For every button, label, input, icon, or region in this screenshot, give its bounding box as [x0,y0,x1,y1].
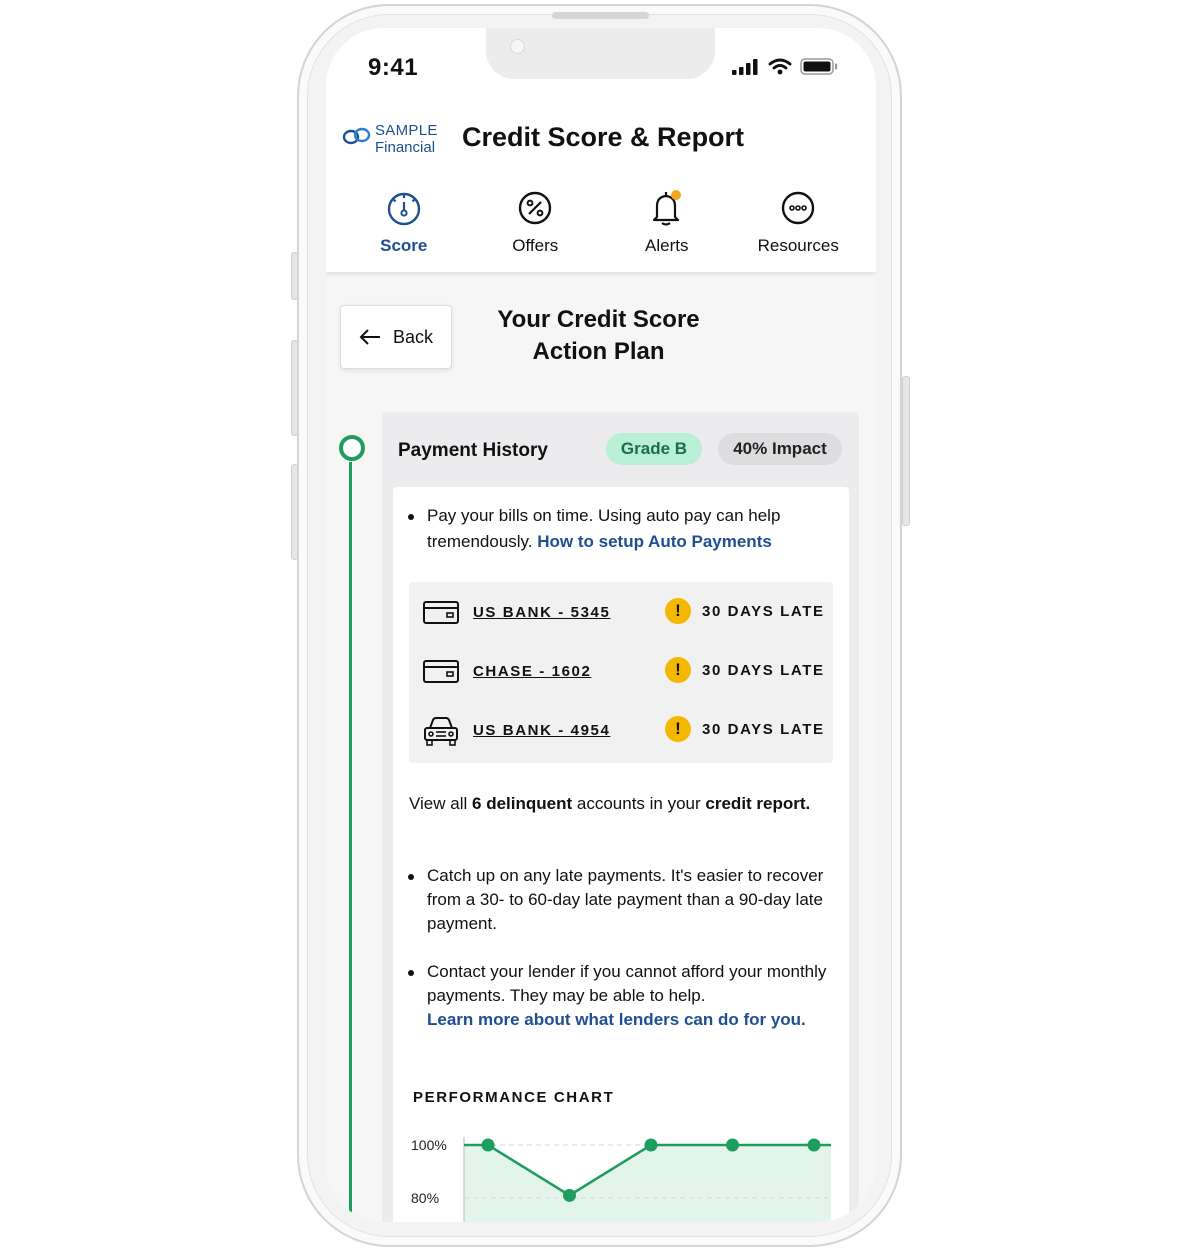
card-body: Pay your bills on time. Using auto pay c… [393,487,849,1222]
tip-item: Catch up on any late payments. It's easi… [408,864,832,936]
app-header: 9:41 SAMPLE Financial Credit Score & Rep… [326,28,876,274]
account-row: US BANK - 4954 ! 30 DAYS LATE [409,710,833,750]
grade-badge: Grade B [606,433,702,465]
phone-speaker [552,12,649,19]
wifi-icon [768,58,792,75]
tab-resources-label: Resources [757,236,839,255]
bullet-dot [408,970,414,976]
status-time: 9:41 [368,54,419,81]
lenders-link[interactable]: Learn more about what lenders can do for… [427,1010,806,1029]
tip-item: Contact your lender if you cannot afford… [408,960,832,1032]
account-status: 30 DAYS LATE [702,721,825,738]
main-content: Back Your Credit Score Action Plan Payme… [326,274,876,1222]
phone-side-button [902,376,910,526]
account-name[interactable]: CHASE - 1602 [473,663,591,680]
tab-alerts-label: Alerts [645,236,689,255]
car-icon [424,717,458,746]
account-row: CHASE - 1602 ! 30 DAYS LATE [409,651,833,691]
battery-icon [800,58,838,75]
percent-icon [519,191,552,225]
phone-screen: 9:41 SAMPLE Financial Credit Score & Rep… [326,28,876,1222]
tip-text: Contact your lender if you cannot afford… [427,962,827,1005]
logo-line2: Financial [375,139,436,156]
bell-icon [652,190,681,226]
credit-card-icon [423,660,459,683]
chart-y-tick-label: 100% [411,1137,447,1153]
chart-data-point [807,1138,821,1152]
arrow-left-icon [359,329,380,345]
tab-offers[interactable]: Offers [470,188,602,256]
back-button[interactable]: Back [340,305,452,369]
alert-dot [670,190,681,200]
chart-data-point [644,1138,658,1152]
back-label: Back [392,326,434,347]
payment-history-card: Payment History Grade B 40% Impact Pay y… [382,412,859,1222]
timeline-step-marker [339,435,365,461]
chart-area [464,1145,831,1222]
tab-alerts[interactable]: Alerts [601,188,733,256]
chart-data-point [726,1138,739,1152]
tip-item: Pay your bills on time. Using auto pay c… [408,503,828,555]
app-title: Credit Score & Report [462,122,745,152]
brand-logo: SAMPLE Financial [342,122,442,158]
logo-line1: SAMPLE [375,122,438,139]
late-accounts-list: US BANK - 5345 ! 30 DAYS LATE CHASE - 16… [409,582,833,763]
chart-y-tick-label: 80% [411,1190,439,1206]
view-all-middle: accounts in your [576,794,701,813]
tab-score[interactable]: Score [338,188,470,256]
page-title-line2: Action Plan [532,338,665,365]
bullet-dot [408,514,414,520]
view-all-text: View all 6 delinquent accounts in your c… [409,790,829,817]
phone-notch [486,28,715,79]
warning-icon: ! [665,598,691,624]
account-name[interactable]: US BANK - 4954 [473,722,610,739]
chart-title: PERFORMANCE CHART [413,1089,615,1106]
more-icon [782,191,815,225]
status-icons [732,58,838,75]
view-all-prefix: View all [409,794,468,813]
account-status: 30 DAYS LATE [702,603,825,620]
chart-data-point [481,1138,495,1152]
logo-mark-icon [342,127,371,145]
credit-card-icon [423,601,459,624]
timeline-line [349,462,352,1222]
delinquent-count: 6 delinquent [472,794,573,813]
page-title-line1: Your Credit Score [497,306,700,333]
credit-report-link[interactable]: credit report. [705,794,810,813]
signal-icon [732,58,758,75]
account-name[interactable]: US BANK - 5345 [473,604,610,621]
account-row: US BANK - 5345 ! 30 DAYS LATE [409,592,833,632]
speedometer-icon [387,192,420,226]
card-title: Payment History [398,440,548,461]
warning-icon: ! [665,716,691,742]
nav-tabs: Score Offers Alerts Resources [338,188,864,256]
tab-score-label: Score [380,236,428,255]
account-status: 30 DAYS LATE [702,662,825,679]
tip-text: Catch up on any late payments. It's easi… [427,866,824,933]
performance-chart: 100% 80% [411,1137,831,1222]
chart-data-point [563,1188,576,1202]
impact-badge: 40% Impact [718,433,842,465]
warning-icon: ! [665,657,691,683]
auto-pay-link[interactable]: How to setup Auto Payments [537,532,772,551]
bullet-dot [408,874,414,880]
page-title: Your Credit Score Action Plan [476,304,721,368]
tab-offers-label: Offers [512,236,559,255]
camera [510,39,525,54]
tab-resources[interactable]: Resources [733,188,865,256]
